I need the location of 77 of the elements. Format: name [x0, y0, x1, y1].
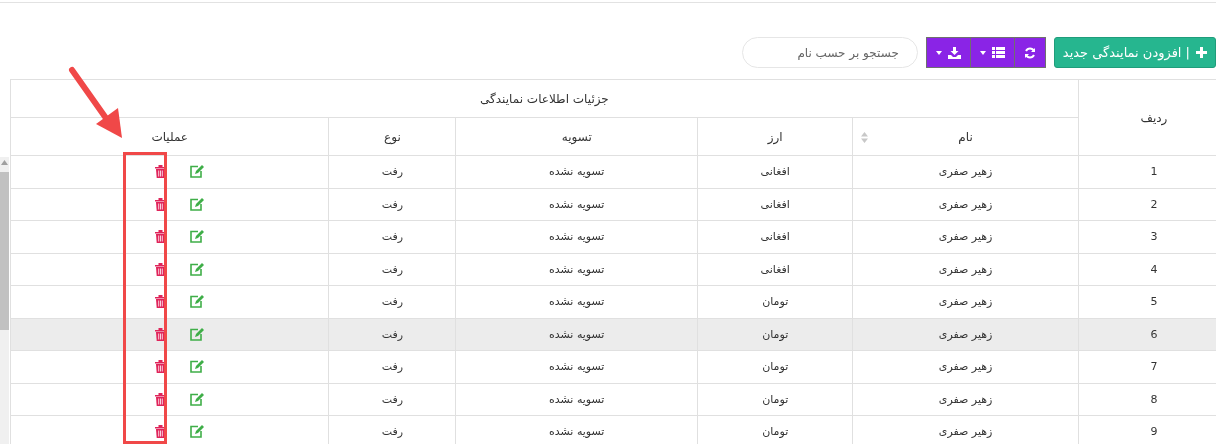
- table-cell: 8: [1078, 383, 1216, 416]
- table-cell: 5: [1078, 285, 1216, 318]
- table-cell: زهیر صفری: [852, 155, 1079, 188]
- download-icon: [947, 46, 961, 59]
- trash-icon[interactable]: [155, 425, 167, 439]
- table-cell: تسویه نشده: [455, 220, 698, 253]
- table-cell: زهیر صفری: [852, 350, 1079, 383]
- column-header: ردیف: [1078, 79, 1216, 156]
- caret-icon: [979, 50, 986, 55]
- table-cell: تسویه نشده: [455, 188, 698, 221]
- table-cell: رفت: [328, 253, 456, 286]
- table-cell: تسویه نشده: [455, 350, 698, 383]
- table-cell: تسویه نشده: [455, 253, 698, 286]
- table-cell: 1: [1078, 155, 1216, 188]
- column-header[interactable]: نام: [852, 117, 1079, 156]
- edit-icon[interactable]: [190, 295, 205, 309]
- table-cell: افغانی: [697, 155, 853, 188]
- table-cell: 3: [1078, 220, 1216, 253]
- table-cell: تسویه نشده: [455, 285, 698, 318]
- table-cell: زهیر صفری: [852, 383, 1079, 416]
- table-cell: زهیر صفری: [852, 318, 1079, 351]
- export-button[interactable]: [925, 37, 971, 68]
- table-cell: 7: [1078, 350, 1216, 383]
- trash-icon[interactable]: [155, 262, 167, 276]
- table-cell: تومان: [697, 285, 853, 318]
- edit-icon[interactable]: [190, 165, 205, 179]
- table-cell: رفت: [328, 220, 456, 253]
- trash-icon[interactable]: [155, 360, 167, 374]
- trash-icon[interactable]: [155, 327, 167, 341]
- table-cell: زهیر صفری: [852, 220, 1079, 253]
- table-cell: 2: [1078, 188, 1216, 221]
- table-cell: افغانی: [697, 253, 853, 286]
- column-header: تسویه: [455, 117, 698, 156]
- table-cell: تومان: [697, 318, 853, 351]
- table-cell: تسویه نشده: [455, 383, 698, 416]
- table-cell: رفت: [328, 383, 456, 416]
- table-cell: رفت: [328, 318, 456, 351]
- trash-icon[interactable]: [155, 392, 167, 406]
- table-cell: افغانی: [697, 188, 853, 221]
- table-cell: تسویه نشده: [455, 155, 698, 188]
- column-header: نوع: [328, 117, 456, 156]
- refresh-button[interactable]: [1014, 37, 1046, 68]
- sort-icon: [861, 132, 869, 143]
- table-cell: تسویه نشده: [455, 318, 698, 351]
- trash-icon[interactable]: [155, 197, 167, 211]
- table-cell: تومان: [697, 350, 853, 383]
- caret-icon: [935, 50, 942, 55]
- table-cell: زهیر صفری: [852, 188, 1079, 221]
- edit-icon[interactable]: [190, 262, 205, 276]
- edit-icon[interactable]: [190, 327, 205, 341]
- trash-icon[interactable]: [155, 295, 167, 309]
- edit-icon[interactable]: [190, 425, 205, 439]
- edit-icon[interactable]: [190, 360, 205, 374]
- trash-icon[interactable]: [155, 230, 167, 244]
- edit-icon[interactable]: [190, 197, 205, 211]
- table-cell: رفت: [328, 188, 456, 221]
- table-cell: زهیر صفری: [852, 285, 1079, 318]
- edit-icon[interactable]: [190, 230, 205, 244]
- table-cell: افغانی: [697, 220, 853, 253]
- columns-button[interactable]: [970, 37, 1015, 68]
- list-icon: [991, 47, 1005, 58]
- table-cell: رفت: [328, 350, 456, 383]
- scrollbar[interactable]: [0, 157, 9, 444]
- trash-icon[interactable]: [155, 165, 167, 179]
- table-cell: رفت: [328, 285, 456, 318]
- search-field[interactable]: جستجو بر حسب نام: [741, 37, 918, 68]
- plus-icon: [1196, 47, 1207, 58]
- table-cell: زهیر صفری: [852, 253, 1079, 286]
- column-header: ارز: [697, 117, 853, 156]
- group-header: جزئیات اطلاعات نمایندگی: [10, 79, 1079, 118]
- table-cell: 4: [1078, 253, 1216, 286]
- refresh-icon: [1023, 46, 1036, 59]
- table-cell: 6: [1078, 318, 1216, 351]
- table-cell: رفت: [328, 155, 456, 188]
- scroll-up-icon: [1, 160, 8, 165]
- table-cell: تومان: [697, 383, 853, 416]
- edit-icon[interactable]: [190, 392, 205, 406]
